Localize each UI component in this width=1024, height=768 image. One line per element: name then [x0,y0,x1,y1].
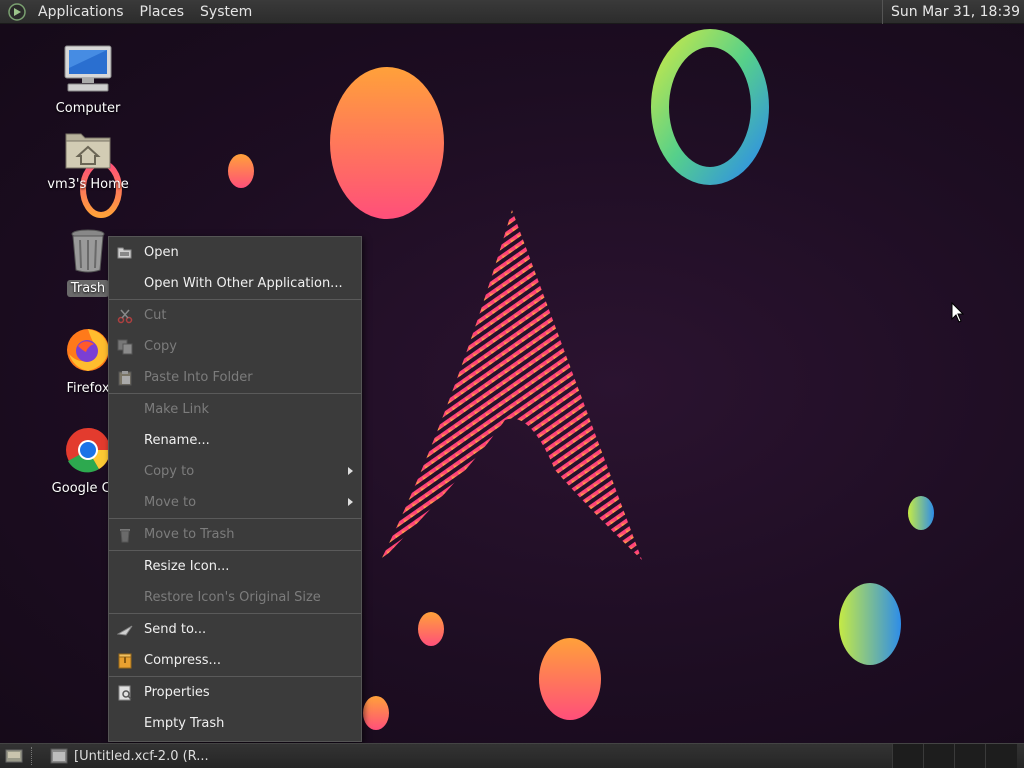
menu-item-move-to: Move to [109,487,361,518]
show-desktop-button[interactable] [3,747,25,765]
top-panel: Applications Places System Sun Mar 31, 1… [0,0,1024,24]
menu-item-paste-into-folder: Paste Into Folder [109,362,361,393]
workspace-1[interactable] [892,744,924,768]
menu-item-resize-icon[interactable]: Resize Icon... [109,551,361,582]
mouse-cursor-icon [951,302,965,323]
desktop-icon-label: Computer [55,101,121,116]
trash-icon [71,229,105,273]
menu-item-move-to-trash: Move to Trash [109,519,361,550]
archive-icon [118,653,132,669]
desktop-icon-label: vm3's Home [47,177,129,192]
menu-item-make-link: Make Link [109,394,361,425]
menu-item-send-to[interactable]: Send to... [109,614,361,645]
menu-item-label: Empty Trash [144,716,225,731]
workspace-2[interactable] [923,744,955,768]
system-menu[interactable]: System [192,4,260,20]
menu-item-copy-to: Copy to [109,456,361,487]
menu-item-properties[interactable]: Properties [109,677,361,708]
workspace-3[interactable] [954,744,986,768]
panel-separator [31,747,36,765]
applications-menu[interactable]: Applications [30,4,132,20]
menu-item-label: Send to... [144,622,207,637]
bottom-panel: [Untitled.xcf-2.0 (R... [0,743,1024,768]
chrome-icon [66,428,110,473]
menu-item-cut: Cut [109,300,361,331]
menu-item-label: Copy to [144,464,195,479]
menu-item-label: Make Link [144,402,209,417]
trash-small-icon [120,529,130,543]
submenu-arrow-icon [348,498,353,506]
copy-icon [117,339,133,355]
context-menu: Open Open With Other Application... Cut … [108,236,362,742]
workspace-4[interactable] [985,744,1017,768]
gimp-window-icon [50,748,68,764]
send-icon [117,625,133,636]
menu-item-rename[interactable]: Rename... [109,425,361,456]
menu-item-label: Properties [144,685,210,700]
paste-icon [118,371,132,386]
menu-item-open[interactable]: Open [109,237,361,268]
menu-logo-icon[interactable] [8,2,26,21]
menu-item-label: Cut [144,308,167,323]
menu-item-label: Open [144,245,179,260]
menu-item-label: Compress... [144,653,221,668]
menu-item-copy: Copy [109,331,361,362]
desktop-icon-computer[interactable]: Computer [38,44,138,117]
menu-item-label: Restore Icon's Original Size [144,590,321,605]
desktop-icon-label: Firefox [66,381,110,396]
menu-item-label: Paste Into Folder [144,370,253,385]
home-folder-icon [65,133,111,169]
open-folder-icon [117,247,132,259]
menu-item-restore-icon-size: Restore Icon's Original Size [109,582,361,613]
menu-item-label: Copy [144,339,177,354]
properties-icon [118,685,132,701]
clock[interactable]: Sun Mar 31, 18:39 [881,0,1020,24]
menu-item-label: Open With Other Application... [144,276,343,291]
menu-item-compress[interactable]: Compress... [109,645,361,676]
computer-icon [64,45,112,92]
menu-item-label: Move to [144,495,197,510]
taskbar-item-gimp[interactable]: [Untitled.xcf-2.0 (R... [42,745,217,767]
menu-item-label: Resize Icon... [144,559,230,574]
menu-item-label: Move to Trash [144,527,235,542]
show-desktop-icon [5,749,23,763]
menu-item-label: Rename... [144,433,210,448]
places-menu[interactable]: Places [132,4,193,20]
menu-item-empty-trash[interactable]: Empty Trash [109,708,361,739]
scissors-icon [117,309,133,324]
taskbar-item-label: [Untitled.xcf-2.0 (R... [74,748,209,764]
submenu-arrow-icon [348,467,353,475]
desktop-icon-home[interactable]: vm3's Home [38,128,138,193]
menu-item-open-with[interactable]: Open With Other Application... [109,268,361,299]
firefox-icon [67,329,109,371]
desktop-icon-label: Trash [66,280,110,297]
